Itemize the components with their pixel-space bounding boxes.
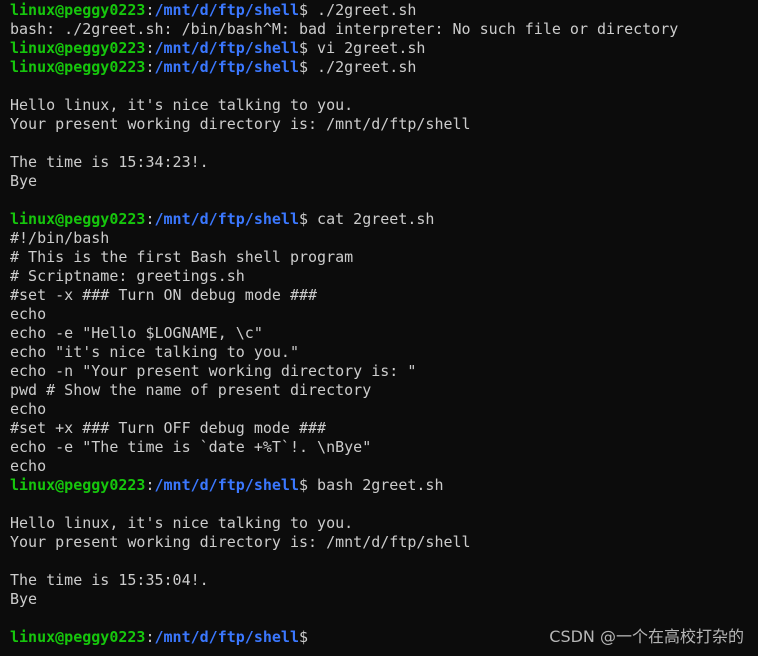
prompt-colon: : <box>145 628 155 646</box>
prompt-line: linux@peggy0223:/mnt/d/ftp/shell$ cat 2g… <box>10 210 748 229</box>
prompt-colon: : <box>145 1 155 19</box>
prompt-line: linux@peggy0223:/mnt/d/ftp/shell$ bash 2… <box>10 476 748 495</box>
output-line: echo -e "Hello $LOGNAME, \c" <box>10 324 263 342</box>
prompt-line: linux@peggy0223:/mnt/d/ftp/shell$ vi 2gr… <box>10 39 748 58</box>
terminal-window[interactable]: linux@peggy0223:/mnt/d/ftp/shell$ ./2gre… <box>0 0 758 656</box>
command-text: vi 2greet.sh <box>308 39 426 57</box>
prompt-colon: : <box>145 476 155 494</box>
output-line: Bye <box>10 172 38 190</box>
prompt-line: linux@peggy0223:/mnt/d/ftp/shell$ ./2gre… <box>10 58 748 77</box>
command-text: ./2greet.sh <box>308 58 417 76</box>
output-line: echo -e "The time is `date +%T`!. \nBye" <box>10 438 372 456</box>
prompt-line: linux@peggy0223:/mnt/d/ftp/shell$ ./2gre… <box>10 1 748 20</box>
command-text: bash 2greet.sh <box>308 476 444 494</box>
prompt-user-host: linux@peggy0223 <box>10 628 146 646</box>
command-text: ./2greet.sh <box>308 1 417 19</box>
output-line: #!/bin/bash <box>10 229 110 247</box>
prompt-dollar: $ <box>299 476 309 494</box>
prompt-path: /mnt/d/ftp/shell <box>154 476 300 494</box>
prompt-user-host: linux@peggy0223 <box>10 210 146 228</box>
prompt-path: /mnt/d/ftp/shell <box>154 628 300 646</box>
output-line: Bye <box>10 590 38 608</box>
prompt-user-host: linux@peggy0223 <box>10 476 146 494</box>
prompt-dollar: $ <box>299 1 309 19</box>
output-line: # This is the first Bash shell program <box>10 248 354 266</box>
output-line: #set +x ### Turn OFF debug mode ### <box>10 419 327 437</box>
output-line: echo <box>10 457 47 475</box>
prompt-path: /mnt/d/ftp/shell <box>154 58 300 76</box>
output-line: echo <box>10 400 47 418</box>
output-line: pwd # Show the name of present directory <box>10 381 372 399</box>
output-line: echo "it's nice talking to you." <box>10 343 299 361</box>
output-line: bash: ./2greet.sh: /bin/bash^M: bad inte… <box>10 20 679 38</box>
output-line: # Scriptname: greetings.sh <box>10 267 245 285</box>
output-line: Hello linux, it's nice talking to you. <box>10 514 354 532</box>
output-line: #set -x ### Turn ON debug mode ### <box>10 286 318 304</box>
output-line: Hello linux, it's nice talking to you. <box>10 96 354 114</box>
output-line: Your present working directory is: /mnt/… <box>10 533 471 551</box>
prompt-dollar: $ <box>299 58 309 76</box>
output-line: Your present working directory is: /mnt/… <box>10 115 471 133</box>
output-line: The time is 15:35:04!. <box>10 571 209 589</box>
prompt-user-host: linux@peggy0223 <box>10 58 146 76</box>
prompt-colon: : <box>145 58 155 76</box>
prompt-dollar: $ <box>299 210 309 228</box>
prompt-dollar: $ <box>299 39 309 57</box>
output-line: The time is 15:34:23!. <box>10 153 209 171</box>
prompt-path: /mnt/d/ftp/shell <box>154 1 300 19</box>
terminal-output: linux@peggy0223:/mnt/d/ftp/shell$ ./2gre… <box>10 1 748 647</box>
prompt-colon: : <box>145 210 155 228</box>
prompt-dollar: $ <box>299 628 309 646</box>
prompt-path: /mnt/d/ftp/shell <box>154 39 300 57</box>
prompt-path: /mnt/d/ftp/shell <box>154 210 300 228</box>
output-line: echo <box>10 305 47 323</box>
prompt-colon: : <box>145 39 155 57</box>
command-text: cat 2greet.sh <box>308 210 435 228</box>
watermark: CSDN @一个在高校打杂的 <box>549 627 744 646</box>
prompt-user-host: linux@peggy0223 <box>10 39 146 57</box>
prompt-user-host: linux@peggy0223 <box>10 1 146 19</box>
output-line: echo -n "Your present working directory … <box>10 362 417 380</box>
